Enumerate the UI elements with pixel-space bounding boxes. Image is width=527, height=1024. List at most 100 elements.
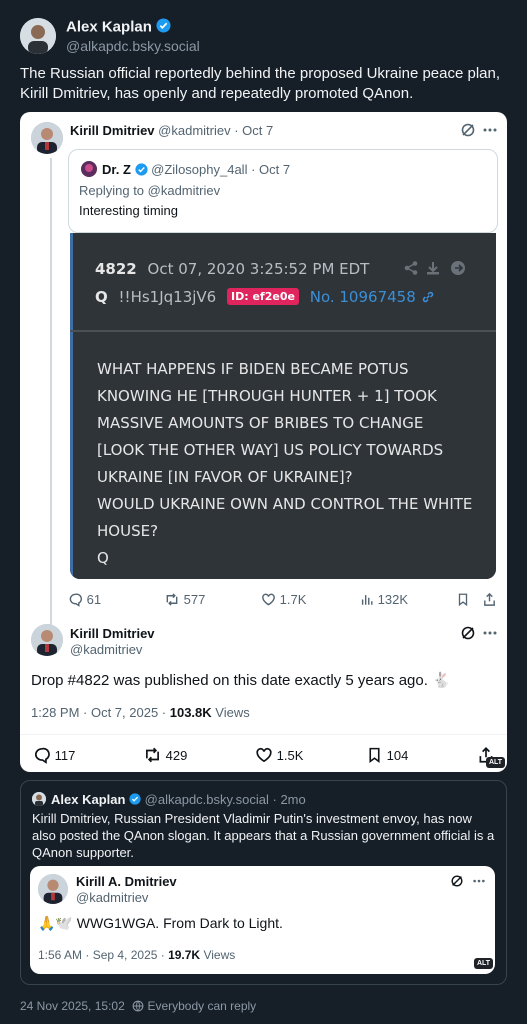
- bookmark-icon: [458, 593, 468, 607]
- drop-action-icons: [403, 260, 467, 281]
- tweet1-author-handle[interactable]: @kadmitriev · Oct 7: [158, 123, 273, 138]
- reply-button[interactable]: 61: [68, 592, 101, 607]
- repost-count: 577: [183, 592, 206, 607]
- embedded-time[interactable]: 1:56 AM · Sep 4, 2025 ·: [38, 948, 168, 962]
- dr-z-avatar[interactable]: [81, 161, 97, 177]
- repost-button[interactable]: 429: [143, 746, 187, 764]
- verified-badge-icon: [134, 162, 148, 179]
- reply-count: 117: [54, 748, 76, 763]
- drop-title-line: 4822 Oct 07, 2020 3:25:52 PM EDT: [95, 260, 369, 278]
- bookmark-button[interactable]: [456, 592, 470, 610]
- drop-line: HOUSE?: [97, 522, 159, 540]
- repost-icon: [166, 593, 178, 606]
- grok-icon[interactable]: [450, 874, 464, 888]
- views-button[interactable]: 132K: [360, 592, 408, 607]
- kirill-avatar[interactable]: [31, 624, 63, 656]
- tweet2-time[interactable]: 1:28 PM · Oct 7, 2025 ·: [31, 705, 170, 720]
- like-button[interactable]: 1.5K: [255, 746, 303, 764]
- drop-body-text: WHAT HAPPENS IF BIDEN BECAME POTUS KNOWI…: [97, 356, 492, 572]
- share-icon: [484, 592, 495, 606]
- tweet2-action-bar: 117 429 1.5K 104: [33, 746, 501, 768]
- alt-badge[interactable]: ALT: [486, 757, 506, 768]
- thread-line: [50, 158, 52, 638]
- tweet2-timestamp: 1:28 PM · Oct 7, 2025 · 103.8K Views: [31, 705, 250, 720]
- embedded-tweet-card[interactable]: Kirill A. Dmitriev @kadmitriev 🙏🕊️ WWG1W…: [30, 866, 495, 974]
- tweet1-author-name[interactable]: Kirill Dmitriev: [70, 123, 155, 138]
- tweet2-author-handle[interactable]: @kadmitriev: [70, 642, 142, 657]
- embedded-timestamp: 1:56 AM · Sep 4, 2025 · 19.7K Views: [38, 948, 235, 962]
- reply-icon: [34, 747, 50, 764]
- more-options-icon[interactable]: [482, 625, 498, 641]
- bookmark-icon: [369, 747, 380, 763]
- repost-icon: [146, 747, 159, 763]
- verified-badge-icon: [156, 18, 171, 37]
- drop-q-label: Q: [95, 288, 108, 306]
- drop-line: WHAT HAPPENS IF BIDEN BECAME POTUS: [97, 360, 409, 378]
- drop-line: WOULD UKRAINE OWN AND CONTROL THE WHITE: [97, 495, 473, 513]
- drop-line: UKRAINE [IN FAVOR OF UKRAINE]?: [97, 468, 353, 486]
- quote2-author-handle[interactable]: @alkapdc.bsky.social · 2mo: [145, 792, 306, 807]
- like-count: 1.5K: [276, 748, 304, 763]
- grok-icon[interactable]: [460, 625, 476, 641]
- drop-post-number: 4822: [95, 260, 137, 278]
- drop-header: 4822 Oct 07, 2020 3:25:52 PM EDT Q !!Hs1…: [70, 233, 496, 330]
- heart-icon: [262, 593, 275, 606]
- quoted-text: Interesting timing: [79, 203, 178, 218]
- repost-count: 429: [165, 748, 188, 763]
- verified-badge-icon: [129, 793, 141, 808]
- replying-to[interactable]: Replying to @kadmitriev: [79, 183, 220, 198]
- quoted-author-handle[interactable]: @Zilosophy_4all · Oct 7: [151, 162, 290, 177]
- embedded-thread-card[interactable]: Kirill Dmitriev @kadmitriev · Oct 7 Dr. …: [20, 112, 507, 772]
- drop-screenshot-image[interactable]: 4822 Oct 07, 2020 3:25:52 PM EDT Q !!Hs1…: [70, 233, 496, 579]
- drop-post-no: No. 10967458: [309, 288, 416, 306]
- drop-line: KNOWING HE [THROUGH HUNTER + 1] TOOK: [97, 387, 437, 405]
- more-options-icon[interactable]: [482, 122, 498, 138]
- link-icon: [421, 290, 435, 308]
- bookmark-button[interactable]: 104: [366, 746, 408, 764]
- like-count: 1.7K: [279, 592, 307, 607]
- quote2-text: Kirill Dmitriev, Russian President Vladi…: [32, 811, 495, 860]
- author-handle[interactable]: @alkapdc.bsky.social: [66, 38, 200, 54]
- repost-button[interactable]: 577: [164, 592, 205, 607]
- tweet1-action-bar: 61 577 1.7K 132K: [68, 592, 500, 610]
- kirill-avatar[interactable]: [38, 874, 68, 904]
- embedded-author-name[interactable]: Kirill A. Dmitriev: [76, 874, 177, 889]
- quoted-header: Dr. Z @Zilosophy_4all · Oct 7: [102, 162, 290, 179]
- drop-line: MASSIVE AMOUNTS OF BRIBES TO CHANGE: [97, 414, 424, 432]
- heart-icon: [256, 747, 272, 763]
- grok-icon[interactable]: [460, 122, 476, 138]
- quoted-tweet[interactable]: Dr. Z @Zilosophy_4all · Oct 7 Replying t…: [68, 149, 498, 233]
- alex-avatar-small[interactable]: [32, 792, 46, 806]
- embedded-author-handle[interactable]: @kadmitriev: [76, 890, 148, 905]
- reply-setting[interactable]: Everybody can reply: [147, 999, 256, 1013]
- drop-post-date: Oct 07, 2020 3:25:52 PM EDT: [147, 260, 370, 278]
- author-name[interactable]: Alex Kaplan: [66, 18, 171, 37]
- drop-meta-line: Q !!Hs1Jq13jV6 ID: ef2e0e No. 10967458: [95, 288, 435, 308]
- drop-body: WHAT HAPPENS IF BIDEN BECAME POTUS KNOWI…: [70, 332, 496, 579]
- bookmark-count: 104: [386, 748, 409, 763]
- divider: [20, 734, 507, 735]
- post-date: 24 Nov 2025, 15:02: [20, 999, 125, 1013]
- tweet2-views-label: Views: [211, 705, 250, 720]
- drop-id-badge: ID: ef2e0e: [227, 288, 299, 305]
- reply-button[interactable]: 117: [33, 746, 75, 764]
- quote2-header: Alex Kaplan @alkapdc.bsky.social · 2mo: [51, 792, 306, 808]
- post-footer: 24 Nov 2025, 15:02 Everybody can reply: [20, 999, 256, 1015]
- alt-badge[interactable]: ALT: [474, 958, 494, 969]
- author-avatar[interactable]: [20, 18, 56, 54]
- quoted-author-name[interactable]: Dr. Z: [102, 162, 131, 177]
- embedded-views-label: Views: [200, 948, 236, 962]
- quote2-author-name[interactable]: Alex Kaplan: [51, 792, 125, 807]
- reply-icon: [69, 593, 83, 607]
- tweet2-author-name[interactable]: Kirill Dmitriev: [70, 626, 155, 641]
- drop-line: [LOOK THE OTHER WAY] US POLICY TOWARDS: [97, 441, 444, 459]
- tweet2-views-count: 103.8K: [169, 705, 212, 720]
- views-icon: [361, 595, 373, 605]
- share-button[interactable]: [482, 592, 497, 610]
- more-options-icon[interactable]: [472, 874, 486, 888]
- embedded-views-count: 19.7K: [168, 948, 201, 962]
- reply-count: 61: [86, 592, 102, 607]
- kirill-avatar[interactable]: [31, 122, 63, 154]
- like-button[interactable]: 1.7K: [261, 592, 306, 607]
- tweet1-header: Kirill Dmitriev @kadmitriev · Oct 7: [70, 123, 273, 138]
